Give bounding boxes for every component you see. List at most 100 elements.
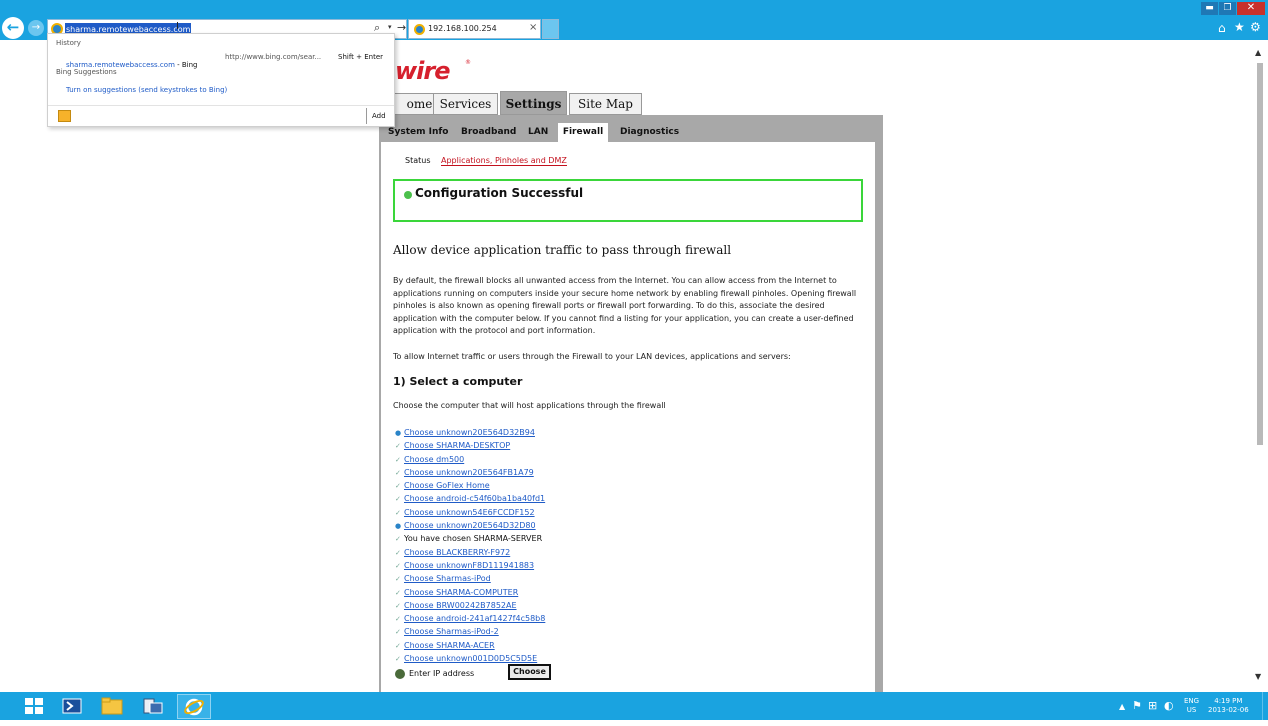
- tray-flag-icon[interactable]: ⚑: [1132, 699, 1142, 712]
- choose-computer-link[interactable]: Choose SHARMA-DESKTOP: [404, 441, 510, 450]
- add-search-provider-icon[interactable]: [58, 110, 71, 122]
- internet-explorer-icon: [184, 698, 204, 716]
- show-hidden-icons-arrow-icon[interactable]: ▲: [1119, 702, 1125, 711]
- computer-list-item: ✓ Choose BRW00242B7852AE: [395, 599, 695, 612]
- firewall-instruction: To allow Internet traffic or users throu…: [393, 352, 791, 361]
- history-suggestion-suffix: - Bing: [174, 61, 198, 69]
- firewall-description: By default, the firewall blocks all unwa…: [393, 276, 857, 335]
- choose-computer-link[interactable]: Choose dm500: [404, 455, 464, 464]
- tab-title: 192.168.100.254: [428, 24, 497, 33]
- input-language-indicator[interactable]: ENG US: [1184, 697, 1199, 715]
- new-tab-button[interactable]: [542, 19, 559, 39]
- tab-site-map[interactable]: Site Map: [569, 93, 642, 115]
- choose-computer-link[interactable]: Choose GoFlex Home: [404, 481, 490, 490]
- dropdown-divider: [48, 105, 394, 106]
- computer-check-icon: ✓: [395, 495, 401, 504]
- computer-check-icon: ✓: [395, 641, 401, 650]
- choose-computer-link[interactable]: Choose SHARMA-COMPUTER: [404, 588, 518, 597]
- back-button[interactable]: ←: [2, 17, 24, 39]
- registered-mark: ®: [465, 59, 471, 66]
- browser-tab[interactable]: 192.168.100.254 ×: [408, 19, 541, 39]
- success-dot-icon: [404, 191, 412, 199]
- choose-button[interactable]: Choose: [508, 664, 551, 680]
- tab-favicon-icon: [414, 24, 425, 35]
- step-title: 1) Select a computer: [393, 375, 523, 388]
- choose-computer-link[interactable]: Choose unknown001D0D5C5D5E: [404, 654, 537, 663]
- choose-computer-link[interactable]: Choose SHARMA-ACER: [404, 641, 495, 650]
- computer-list-item: ✓ Choose Sharmas-iPod-2: [395, 625, 695, 638]
- section-title: Allow device application traffic to pass…: [393, 243, 732, 257]
- computer-check-icon: ✓: [395, 601, 401, 610]
- selected-computer-icon: ●: [395, 429, 402, 437]
- window-minimize-button[interactable]: ▬: [1201, 2, 1218, 15]
- choose-computer-link[interactable]: Choose android-241af1427f4c58b8: [404, 614, 545, 623]
- taskbar-file-explorer[interactable]: [95, 694, 129, 719]
- tools-gear-icon[interactable]: ⚙: [1250, 20, 1261, 34]
- tab-close-icon[interactable]: ×: [529, 22, 537, 33]
- radio-bullet-icon[interactable]: [395, 669, 405, 679]
- windows-taskbar: ▲ ⚑ ⊞ ◐ ENG US 4:19 PM 2013-02-06: [0, 692, 1268, 720]
- dropdown-vertical-divider: [366, 108, 367, 124]
- scroll-down-arrow-icon[interactable]: ▼: [1255, 672, 1261, 681]
- choose-computer-link[interactable]: Choose unknown20E564D32B94: [404, 428, 535, 437]
- computer-check-icon: ✓: [395, 588, 401, 597]
- choose-computer-link[interactable]: Choose BLACKBERRY-F972: [404, 548, 510, 557]
- windows-logo-icon: [25, 698, 43, 714]
- window-close-button[interactable]: ✕: [1237, 2, 1265, 15]
- scroll-thumb[interactable]: [1257, 63, 1263, 445]
- choose-computer-link[interactable]: Choose unknownF8D111941883: [404, 561, 534, 570]
- window-restore-button[interactable]: ❐: [1219, 2, 1236, 15]
- history-heading: History: [56, 39, 81, 47]
- computer-check-icon: ✓: [395, 628, 401, 637]
- clock-time: 4:19 PM: [1214, 697, 1243, 705]
- keyboard-layout: US: [1186, 706, 1197, 714]
- brand-logo: wire: [395, 57, 451, 85]
- computer-list-item: ✓ Choose GoFlex Home: [395, 479, 695, 492]
- system-clock[interactable]: 4:19 PM 2013-02-06: [1208, 697, 1249, 715]
- choose-computer-link[interactable]: Choose unknown20E564D32D80: [404, 521, 536, 530]
- choose-computer-link[interactable]: Choose Sharmas-iPod-2: [404, 627, 499, 636]
- subtab-firewall[interactable]: Firewall: [558, 123, 608, 142]
- tray-volume-icon[interactable]: ◐: [1164, 699, 1174, 712]
- applications-pinholes-dmz-link[interactable]: Applications, Pinholes and DMZ: [441, 156, 567, 166]
- tray-network-icon[interactable]: ⊞: [1148, 699, 1157, 712]
- taskbar-internet-explorer[interactable]: [177, 694, 211, 719]
- chosen-computer-text: You have chosen SHARMA-SERVER: [404, 534, 543, 544]
- status-link[interactable]: Status: [405, 156, 431, 165]
- choose-computer-link[interactable]: Choose unknown54E6FCCDF152: [404, 508, 535, 517]
- taskbar-powershell[interactable]: [55, 694, 89, 719]
- home-icon[interactable]: ⌂: [1218, 21, 1226, 35]
- taskbar-server-manager[interactable]: [136, 694, 170, 719]
- show-desktop-button[interactable]: [1262, 692, 1268, 720]
- computer-check-icon: ✓: [395, 561, 401, 570]
- choose-computer-link[interactable]: Choose android-c54f60ba1ba40fd1: [404, 494, 545, 503]
- forward-button[interactable]: →: [28, 20, 44, 36]
- subtab-broadband[interactable]: Broadband: [461, 124, 516, 141]
- computer-list-item: ✓ Choose dm500: [395, 453, 695, 466]
- tab-services[interactable]: Services: [433, 93, 498, 115]
- computer-list-item: ● Choose unknown20E564D32D80: [395, 519, 695, 532]
- bing-suggestions-heading: Bing Suggestions: [56, 68, 117, 76]
- computer-list-item: ✓ You have chosen SHARMA-SERVER: [395, 532, 695, 545]
- computer-check-icon: ✓: [395, 468, 401, 477]
- tab-settings[interactable]: Settings: [500, 91, 567, 115]
- choose-computer-link[interactable]: Choose Sharmas-iPod: [404, 574, 491, 583]
- choose-computer-link[interactable]: Choose BRW00242B7852AE: [404, 601, 517, 610]
- computer-check-icon: ✓: [395, 548, 401, 557]
- start-button[interactable]: [17, 694, 51, 719]
- computer-check-icon: ✓: [395, 535, 401, 544]
- turn-on-suggestions-link[interactable]: Turn on suggestions (send keystrokes to …: [66, 86, 227, 94]
- choose-computer-link[interactable]: Choose unknown20E564FB1A79: [404, 468, 534, 477]
- go-arrow-icon[interactable]: →: [397, 21, 406, 34]
- subtab-diagnostics[interactable]: Diagnostics: [620, 124, 679, 141]
- ip-address-input[interactable]: Enter IP address: [406, 666, 508, 680]
- scroll-up-arrow-icon[interactable]: ▲: [1255, 48, 1261, 57]
- address-dropdown-icon[interactable]: ▾: [388, 23, 392, 31]
- subtab-lan[interactable]: LAN: [528, 124, 548, 141]
- subtab-system-info[interactable]: System Info: [388, 124, 448, 141]
- vertical-scrollbar[interactable]: ▲ ▼: [1252, 40, 1268, 692]
- add-button[interactable]: Add: [372, 112, 386, 120]
- history-shortcut: Shift + Enter: [338, 53, 384, 61]
- server-manager-icon: [143, 698, 163, 714]
- favorites-star-icon[interactable]: ★: [1234, 20, 1245, 34]
